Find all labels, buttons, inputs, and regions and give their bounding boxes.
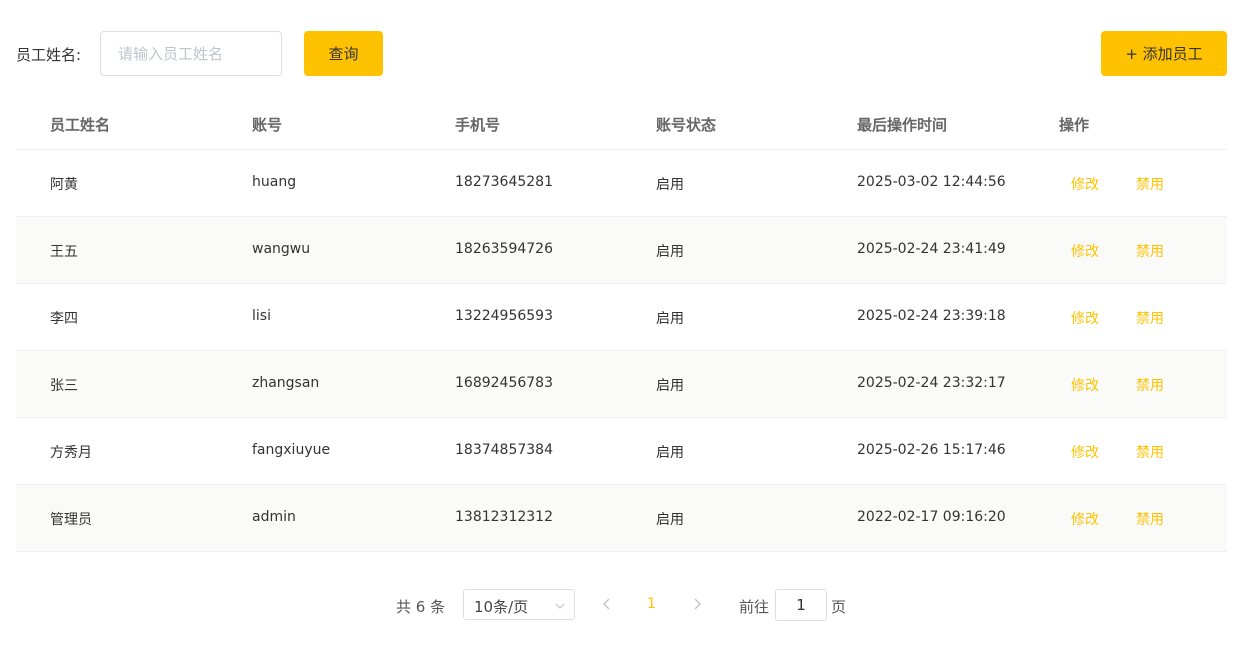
- header-phone: 手机号: [455, 116, 501, 134]
- cell-employee-name: 王五: [50, 244, 78, 260]
- edit-link[interactable]: 修改: [1071, 509, 1099, 529]
- goto-label: 前往: [739, 598, 770, 616]
- header-account: 账号: [252, 116, 283, 134]
- chevron-left-icon[interactable]: [600, 597, 614, 615]
- cell-status: 启用: [656, 512, 684, 528]
- disable-link[interactable]: 禁用: [1136, 308, 1164, 328]
- edit-link[interactable]: 修改: [1071, 442, 1099, 462]
- goto-suffix: 页: [831, 598, 847, 616]
- table-row: 阿黄 huang 18273645281 启用 2025-03-02 12:44…: [16, 150, 1227, 217]
- table-header: 员工姓名 账号 手机号 账号状态 最后操作时间 操作: [16, 98, 1227, 150]
- cell-account: lisi: [252, 308, 271, 324]
- table-row: 王五 wangwu 18263594726 启用 2025-02-24 23:4…: [16, 217, 1227, 284]
- cell-account: admin: [252, 509, 296, 525]
- add-employee-button[interactable]: + 添加员工: [1101, 31, 1227, 76]
- cell-account: huang: [252, 174, 297, 190]
- header-actions: 操作: [1059, 116, 1090, 134]
- cell-account: fangxiuyue: [252, 442, 331, 458]
- header-last-operation-time: 最后操作时间: [857, 116, 948, 134]
- cell-last-time: 2025-02-26 15:17:46: [857, 442, 1006, 458]
- cell-status: 启用: [656, 244, 684, 260]
- cell-employee-name: 方秀月: [50, 445, 92, 461]
- page-number[interactable]: 1: [647, 596, 656, 612]
- disable-link[interactable]: 禁用: [1136, 174, 1164, 194]
- cell-employee-name: 李四: [50, 311, 78, 327]
- disable-link[interactable]: 禁用: [1136, 509, 1164, 529]
- cell-last-time: 2025-02-24 23:32:17: [857, 375, 1006, 391]
- total-count: 共 6 条: [396, 598, 446, 616]
- cell-status: 启用: [656, 445, 684, 461]
- header-account-status: 账号状态: [656, 116, 717, 134]
- cell-status: 启用: [656, 311, 684, 327]
- cell-status: 启用: [656, 378, 684, 394]
- table-row: 李四 lisi 13224956593 启用 2025-02-24 23:39:…: [16, 284, 1227, 351]
- cell-last-time: 2022-02-17 09:16:20: [857, 509, 1006, 525]
- edit-link[interactable]: 修改: [1071, 308, 1099, 328]
- disable-link[interactable]: 禁用: [1136, 375, 1164, 395]
- disable-link[interactable]: 禁用: [1136, 241, 1164, 261]
- cell-phone: 13812312312: [455, 509, 553, 525]
- cell-last-time: 2025-02-24 23:41:49: [857, 241, 1006, 257]
- cell-employee-name: 张三: [50, 378, 78, 394]
- cell-phone: 18263594726: [455, 241, 553, 257]
- chevron-right-icon[interactable]: [690, 597, 704, 615]
- cell-phone: 13224956593: [455, 308, 553, 324]
- toolbar: 员工姓名: 查询 + 添加员工: [16, 31, 1227, 76]
- chevron-down-icon: [554, 600, 566, 616]
- header-employee-name: 员工姓名: [50, 116, 111, 134]
- cell-status: 启用: [656, 177, 684, 193]
- cell-phone: 18374857384: [455, 442, 553, 458]
- table-row: 方秀月 fangxiuyue 18374857384 启用 2025-02-26…: [16, 418, 1227, 485]
- page-size-value: 10条/页: [474, 598, 529, 616]
- query-button[interactable]: 查询: [304, 31, 383, 76]
- cell-last-time: 2025-03-02 12:44:56: [857, 174, 1006, 190]
- employee-name-label: 员工姓名:: [16, 46, 82, 64]
- cell-employee-name: 管理员: [50, 512, 92, 528]
- page-size-select[interactable]: 10条/页: [463, 589, 575, 620]
- cell-last-time: 2025-02-24 23:39:18: [857, 308, 1006, 324]
- employee-name-search-input[interactable]: [100, 31, 282, 76]
- pagination: 共 6 条 10条/页 1 前往 页: [0, 589, 1256, 621]
- edit-link[interactable]: 修改: [1071, 174, 1099, 194]
- edit-link[interactable]: 修改: [1071, 241, 1099, 261]
- cell-account: zhangsan: [252, 375, 320, 391]
- employee-table: 员工姓名 账号 手机号 账号状态 最后操作时间 操作 阿黄 huang 1827…: [16, 98, 1227, 552]
- cell-employee-name: 阿黄: [50, 177, 78, 193]
- edit-link[interactable]: 修改: [1071, 375, 1099, 395]
- table-row: 张三 zhangsan 16892456783 启用 2025-02-24 23…: [16, 351, 1227, 418]
- goto-page-input[interactable]: [775, 589, 827, 621]
- disable-link[interactable]: 禁用: [1136, 442, 1164, 462]
- cell-phone: 18273645281: [455, 174, 553, 190]
- cell-phone: 16892456783: [455, 375, 553, 391]
- cell-account: wangwu: [252, 241, 311, 257]
- table-row: 管理员 admin 13812312312 启用 2022-02-17 09:1…: [16, 485, 1227, 552]
